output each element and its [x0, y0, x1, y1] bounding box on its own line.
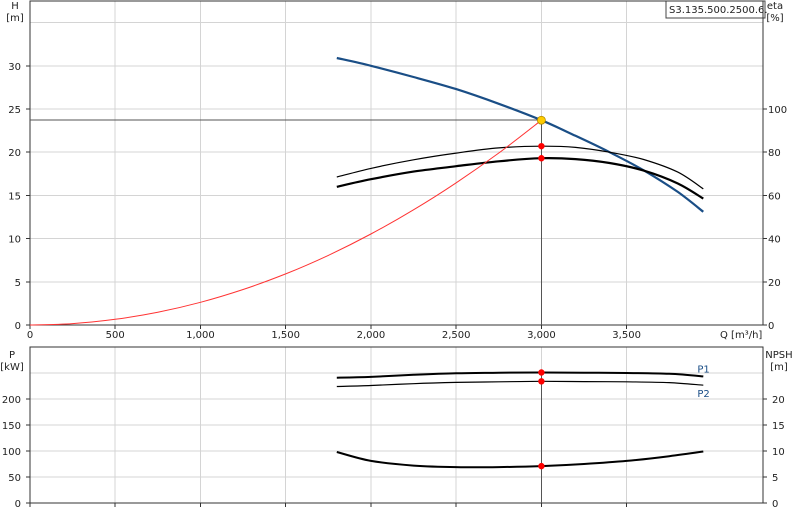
bottom-right-y-tick-label: 15	[772, 421, 785, 432]
bottom-right-y-tick-label: 10	[772, 447, 785, 458]
x-tick-label: 2,500	[442, 330, 471, 341]
operating-point-marker-bottom	[538, 369, 545, 376]
x-tick-label: 1,500	[271, 330, 300, 341]
top-left-y-tick-label: 0	[15, 321, 21, 332]
top-left-y-tick-label: 20	[8, 148, 21, 159]
duty-point-marker	[536, 115, 546, 125]
top-right-y-tick-label: 0	[768, 321, 774, 332]
p2-curve	[336, 380, 704, 388]
npsh-curve	[336, 450, 704, 469]
top-right-axis-title: eta	[767, 1, 783, 12]
bottom-left-y-tick-label: 0	[15, 499, 21, 510]
bottom-right-y-tick-label: 5	[772, 473, 778, 484]
bottom-right-axis-unit: [m]	[770, 362, 788, 373]
top-right-y-tick-label: 20	[768, 278, 781, 289]
top-left-y-tick-label: 10	[8, 235, 21, 246]
top-left-axis-unit: [m]	[6, 13, 24, 24]
pump-curve-chart: S3.135.500.2500.6. H [m] eta [%] Q [m³/h…	[0, 0, 793, 510]
operating-point-marker-bottom	[538, 462, 545, 470]
bottom-left-axis-title: P	[9, 350, 15, 361]
bottom-right-y-tick-label: 0	[772, 499, 778, 510]
x-tick-label: 1,000	[186, 330, 215, 341]
top-right-y-tick-label: 40	[768, 235, 781, 246]
top-left-y-tick-label: 5	[15, 278, 21, 289]
top-right-y-tick-label: 100	[768, 105, 787, 116]
bottom-left-axis-unit: [kW]	[0, 362, 24, 373]
bottom-right-axis-title: NPSH	[765, 350, 792, 361]
x-tick-label: 500	[106, 330, 125, 341]
bottom-left-y-tick-label: 150	[2, 421, 21, 432]
top-left-y-tick-label: 25	[8, 105, 21, 116]
bottom-left-y-tick-label: 200	[2, 395, 21, 406]
top-right-axis-unit: [%]	[766, 13, 783, 24]
operating-point-marker	[538, 155, 545, 162]
series-label-p2: P2	[697, 389, 709, 400]
top-left-axis-title: H	[11, 1, 19, 12]
plot-layer: 0 500 1,000 1,500 2,000 2,500 3,000 3,500051015…	[2, 0, 787, 510]
bottom-right-y-tick-label: 20	[772, 395, 785, 406]
bottom-left-y-tick-label: 100	[2, 447, 21, 458]
top-right-y-tick-label: 60	[768, 191, 781, 202]
series-label-p1: P1	[697, 364, 709, 375]
top-right-y-tick-label: 80	[768, 148, 781, 159]
bottom-left-y-tick-label: 50	[8, 473, 21, 484]
operating-point-marker-bottom	[538, 378, 545, 385]
x-tick-label: 0	[27, 330, 33, 341]
model-label: S3.135.500.2500.6.	[669, 5, 768, 16]
x-tick-label: 3,000	[527, 330, 556, 341]
x-axis-title: Q [m³/h]	[720, 330, 762, 341]
top-left-y-tick-label: 30	[8, 62, 21, 73]
top-left-y-tick-label: 15	[8, 191, 21, 202]
x-tick-label: 3,500	[612, 330, 641, 341]
head-curve	[336, 56, 704, 213]
operating-point-marker	[538, 142, 545, 150]
x-tick-label: 2,000	[357, 330, 386, 341]
